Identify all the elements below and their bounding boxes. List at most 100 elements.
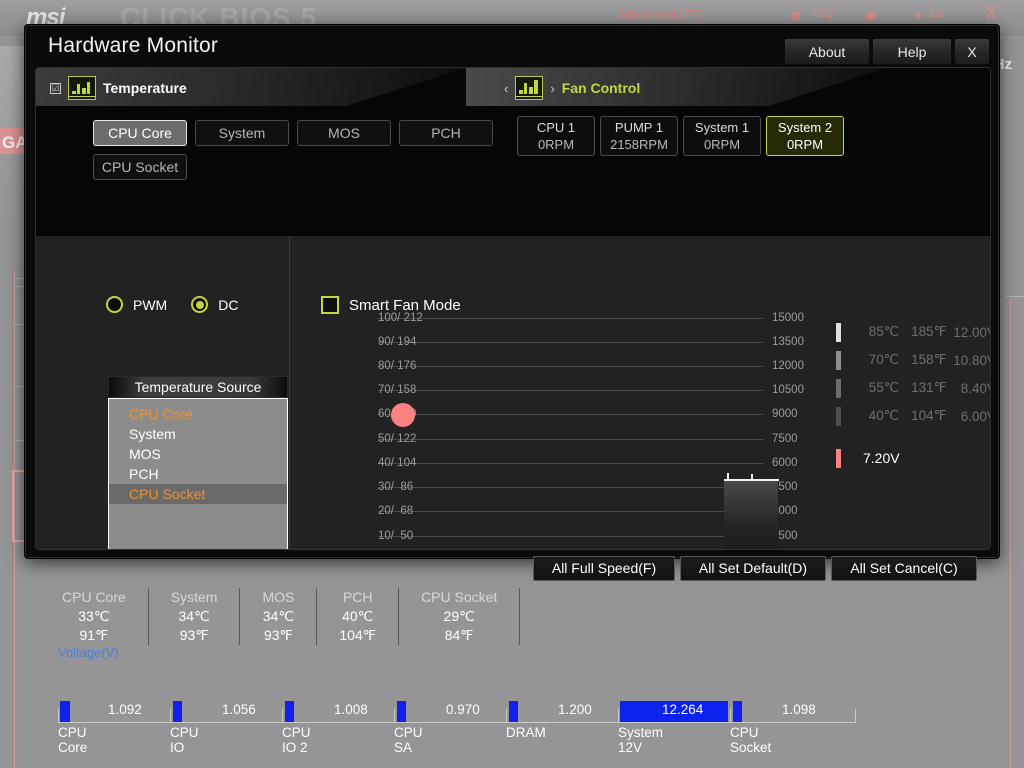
temperature-source-box: Temperature Source CPU Core System MOS P…: [108, 376, 288, 549]
voltage-bar-cpu-io-2: [285, 701, 294, 722]
about-button[interactable]: About: [784, 38, 870, 65]
voltage-legend: 85℃ 185℉ 12.00V 70℃ 158℉ 10.80V 55℃ 131℉: [836, 318, 990, 472]
all-full-speed-button[interactable]: All Full Speed(F): [533, 556, 675, 581]
sensor-system-name: System: [170, 589, 218, 605]
legend-row-2: 70℃ 158℉ 10.80V: [836, 346, 990, 374]
sensor-cpu-core-fahrenheit: 91℉: [79, 627, 109, 643]
temperature-collapse-icon[interactable]: ☑: [50, 82, 61, 94]
temperature-tab-row: CPU Core System MOS PCH CPU Socket: [93, 120, 493, 180]
rpm-tick-7500: 7500: [772, 433, 798, 445]
voltage-value-cpu-io-2: 1.008: [334, 702, 368, 717]
legend-c-2: 70℃: [868, 352, 899, 367]
legend-v-4: 6.00V: [960, 408, 990, 424]
fan-cpu-1-rpm: 0RPM: [537, 137, 575, 152]
temp-tick-100: 100/ 212: [378, 312, 423, 324]
sensor-cpu-core-name: CPU Core: [62, 589, 126, 605]
sensor-pch-celsius: 40℃: [342, 608, 374, 624]
window-title: Hardware Monitor: [48, 34, 219, 57]
prev-section-icon[interactable]: ‹: [504, 81, 508, 96]
voltage-name-system-12v: System 12V: [618, 725, 664, 755]
tab-pch[interactable]: PCH: [399, 120, 493, 146]
tab-cpu-core[interactable]: CPU Core: [93, 120, 187, 146]
voltage-bar-cpu-io: [173, 701, 182, 722]
panel-divider: [289, 236, 290, 549]
legend-current-row: 7.20V: [836, 444, 990, 472]
legend-f-2: 158℉: [911, 352, 947, 367]
radio-pwm[interactable]: [106, 296, 123, 313]
fan-control-body: PWM DC Temperature Source CPU Core Syste…: [36, 236, 990, 549]
temp-tick-30: 30/ 86: [378, 481, 414, 493]
voltage-name-cpu-socket: CPU Socket: [730, 725, 772, 755]
sensor-mos: MOS 34℃ 93℉: [240, 588, 318, 645]
source-item-cpu-socket[interactable]: CPU Socket: [109, 484, 287, 504]
legend-bar-3: [836, 378, 841, 398]
voltage-value-cpu-sa: 0.970: [446, 702, 480, 717]
window-title-buttons: About Help X: [782, 38, 990, 65]
fan-pump-1-name: PUMP 1: [614, 120, 664, 135]
fan-cpu-1[interactable]: CPU 1 0RPM: [517, 116, 595, 156]
sensor-pch-name: PCH: [342, 589, 373, 605]
voltage-bar-cpu-socket: [733, 701, 742, 722]
legend-bar-1: [836, 322, 841, 342]
fan-system-2-name: System 2: [777, 120, 833, 135]
fan-curve-fill: [724, 480, 778, 549]
radio-dc[interactable]: [191, 296, 209, 313]
voltage-value-cpu-socket: 1.098: [782, 702, 816, 717]
sensor-pch: PCH 40℃ 104℉: [317, 588, 400, 645]
legend-current-bar: [836, 448, 841, 468]
source-item-system[interactable]: System: [109, 424, 287, 444]
temperature-marker-dot[interactable]: [391, 403, 415, 427]
hardware-monitor-window: Hardware Monitor About Help X ☑ Temperat…: [25, 25, 999, 558]
legend-f-1: 185℉: [911, 324, 947, 339]
close-button[interactable]: X: [954, 38, 990, 65]
legend-c-4: 40℃: [868, 408, 899, 423]
window-frame: ☑ Temperature ‹ › Fan Control CPU Core S…: [35, 67, 991, 550]
fan-system-2[interactable]: System 2 0RPM: [766, 116, 844, 156]
sensor-cpu-core-celsius: 33℃: [78, 608, 110, 624]
all-set-cancel-button[interactable]: All Set Cancel(C): [831, 556, 977, 581]
sensor-cpu-core: CPU Core 33℃ 91℉: [40, 588, 149, 645]
smart-fan-mode-checkbox[interactable]: [321, 296, 339, 314]
temperature-source-header: Temperature Source: [108, 376, 288, 398]
screen: msi CLICK BIOS 5 Advanced (F7) ▦ F12 ▣ ●…: [0, 0, 1024, 768]
help-button[interactable]: Help: [872, 38, 952, 65]
fan-control-section-header[interactable]: ‹ › Fan Control: [504, 76, 640, 100]
sensor-cpu-socket-celsius: 29℃: [443, 608, 475, 624]
tab-mos[interactable]: MOS: [297, 120, 391, 146]
radio-dc-label: DC: [218, 296, 239, 313]
all-set-default-button[interactable]: All Set Default(D): [680, 556, 826, 581]
fan-graph-icon: [515, 76, 544, 100]
temperature-section-header[interactable]: ☑ Temperature: [50, 76, 187, 100]
legend-f-4: 104℉: [911, 408, 947, 423]
tab-system[interactable]: System: [195, 120, 289, 146]
legend-bar-2: [836, 350, 841, 370]
rpm-tick-6000: 6000: [772, 457, 798, 469]
legend-row-3: 55℃ 131℉ 8.40V: [836, 374, 990, 402]
sensor-readouts: CPU Core 33℃ 91℉ System 34℃ 93℉ MOS 34℃ …: [40, 588, 521, 645]
fan-system-1-name: System 1: [694, 120, 750, 135]
sensor-system-celsius: 34℃: [178, 608, 210, 624]
action-button-row: All Full Speed(F) All Set Default(D) All…: [533, 556, 977, 581]
temp-tick-10: 10/ 50: [378, 530, 414, 542]
source-item-cpu-core[interactable]: CPU Core: [109, 404, 287, 424]
temperature-section-label: Temperature: [103, 80, 187, 96]
voltage-name-cpu-io: CPU IO: [170, 725, 199, 755]
legend-v-1: 12.00V: [953, 324, 990, 340]
temp-tick-70: 70/ 158: [378, 384, 417, 396]
header-strip: ☑ Temperature ‹ › Fan Control CPU Core S…: [36, 68, 990, 236]
voltage-value-cpu-io: 1.056: [222, 702, 256, 717]
tab-cpu-socket[interactable]: CPU Socket: [93, 154, 187, 180]
rpm-tick-12000: 12000: [772, 360, 804, 372]
fan-curve-chart[interactable]: 100/ 212 90/ 194 80/ 176 70/ 158 60/ 140…: [313, 312, 828, 549]
legend-f-3: 131℉: [911, 380, 947, 395]
legend-current-value: 7.20V: [863, 450, 900, 466]
voltage-name-cpu-core: CPU Core: [58, 725, 88, 755]
fan-system-1[interactable]: System 1 0RPM: [683, 116, 761, 156]
next-section-icon[interactable]: ›: [550, 81, 554, 96]
source-item-mos[interactable]: MOS: [109, 444, 287, 464]
fan-pump-1[interactable]: PUMP 1 2158RPM: [600, 116, 678, 156]
temp-tick-90: 90/ 194: [378, 336, 417, 348]
temperature-source-list[interactable]: CPU Core System MOS PCH CPU Socket: [108, 398, 288, 549]
source-item-pch[interactable]: PCH: [109, 464, 287, 484]
sensor-pch-fahrenheit: 104℉: [339, 627, 377, 643]
